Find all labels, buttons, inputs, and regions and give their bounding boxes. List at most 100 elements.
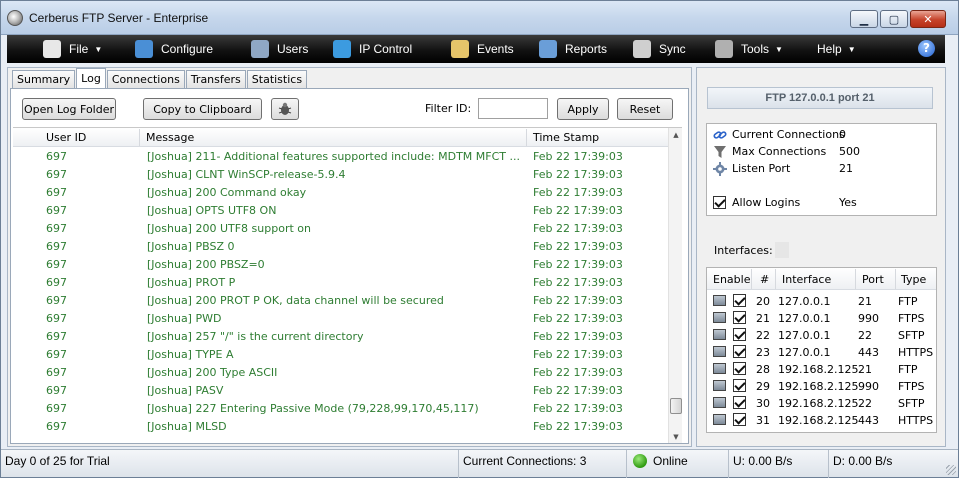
log-timestamp: Feb 22 17:39:03: [533, 150, 623, 163]
log-timestamp: Feb 22 17:39:03: [533, 366, 623, 379]
interface-row[interactable]: 22 127.0.0.1 22 SFTP: [707, 326, 936, 343]
menu-configure[interactable]: Configure: [127, 35, 221, 63]
log-row[interactable]: 697 [Joshua] PASV Feb 22 17:39:03: [13, 381, 668, 399]
interface-row[interactable]: 30 192.168.2.125 22 SFTP: [707, 394, 936, 411]
interface-address: 127.0.0.1: [778, 346, 831, 359]
column-header-time-stamp[interactable]: Time Stamp: [533, 131, 599, 144]
tab-connections[interactable]: Connections: [106, 70, 185, 88]
tab-transfers[interactable]: Transfers: [185, 70, 246, 88]
column-header-type[interactable]: Type: [901, 273, 926, 286]
menu-tools[interactable]: Tools ▼: [707, 35, 791, 63]
tab-log[interactable]: Log: [76, 68, 106, 89]
log-row[interactable]: 697 [Joshua] MLSD Feb 22 17:39:03: [13, 417, 668, 435]
log-row[interactable]: 697 [Joshua] 257 "/" is the current direc…: [13, 327, 668, 345]
column-header-port[interactable]: Port: [862, 273, 884, 286]
interface-number: 23: [756, 346, 770, 359]
interface-enable-checkbox[interactable]: [733, 362, 746, 375]
scroll-thumb[interactable]: [670, 398, 682, 414]
interface-row[interactable]: 20 127.0.0.1 21 FTP: [707, 292, 936, 309]
tab-statistics[interactable]: Statistics: [246, 70, 308, 88]
log-timestamp: Feb 22 17:39:03: [533, 240, 623, 253]
column-header-user-id[interactable]: User ID: [46, 131, 86, 144]
filter-id-label: Filter ID:: [425, 102, 472, 115]
close-button[interactable]: ✕: [910, 10, 946, 28]
menu-ip-control[interactable]: IP Control: [325, 35, 420, 63]
interface-enable-checkbox[interactable]: [733, 328, 746, 341]
interface-row[interactable]: 31 192.168.2.125 443 HTTPS: [707, 411, 936, 428]
column-header-message[interactable]: Message: [146, 131, 194, 144]
log-timestamp: Feb 22 17:39:03: [533, 222, 623, 235]
log-row[interactable]: 697 [Joshua] 200 PROT P OK, data channel …: [13, 291, 668, 309]
log-row[interactable]: 697 [Joshua] TYPE A Feb 22 17:39:03: [13, 345, 668, 363]
maximize-button[interactable]: ▢: [880, 10, 908, 28]
log-timestamp: Feb 22 17:39:03: [533, 402, 623, 415]
interface-type: HTTPS: [898, 414, 934, 427]
interface-row[interactable]: 29 192.168.2.125 990 FTPS: [707, 377, 936, 394]
log-rows: 697 [Joshua] 211- Additional features sup…: [13, 147, 668, 435]
right-panel: FTP 127.0.0.1 port 21 Current Connection…: [696, 67, 946, 447]
debug-bug-button[interactable]: [271, 98, 299, 120]
menu-events[interactable]: Events: [443, 35, 522, 63]
menu-file[interactable]: File ▼: [35, 35, 110, 63]
help-question-icon[interactable]: ?: [918, 40, 935, 57]
log-row[interactable]: 697 [Joshua] PBSZ 0 Feb 22 17:39:03: [13, 237, 668, 255]
menu-reports[interactable]: Reports: [531, 35, 615, 63]
tab-summary[interactable]: Summary: [12, 70, 76, 88]
scroll-up-arrow-icon[interactable]: ▲: [669, 128, 682, 142]
allow-logins-checkbox[interactable]: [713, 196, 726, 209]
log-message: [Joshua] TYPE A: [147, 348, 234, 361]
interface-enable-checkbox[interactable]: [733, 311, 746, 324]
resize-grip-icon[interactable]: [946, 465, 956, 475]
interface-row[interactable]: 21 127.0.0.1 990 FTPS: [707, 309, 936, 326]
stat-listen-port: Listen Port 21: [711, 161, 935, 177]
log-row[interactable]: 697 [Joshua] CLNT WinSCP-release-5.9.4 Feb…: [13, 165, 668, 183]
menu-help[interactable]: Help ▼: [809, 35, 864, 63]
menu-users[interactable]: Users: [243, 35, 316, 63]
log-row[interactable]: 697 [Joshua] 227 Entering Passive Mode (7…: [13, 399, 668, 417]
log-row[interactable]: 697 [Joshua] PROT P Feb 22 17:39:03: [13, 273, 668, 291]
network-adapter-icon: [713, 329, 726, 340]
log-row[interactable]: 697 [Joshua] OPTS UTF8 ON Feb 22 17:39:03: [13, 201, 668, 219]
interface-row[interactable]: 28 192.168.2.125 21 FTP: [707, 360, 936, 377]
interface-port: 21: [858, 363, 872, 376]
reset-button[interactable]: Reset: [617, 98, 673, 120]
interface-port: 22: [858, 329, 872, 342]
interface-enable-checkbox[interactable]: [733, 294, 746, 307]
interface-enable-checkbox[interactable]: [733, 413, 746, 426]
menu-sync[interactable]: Sync: [625, 35, 694, 63]
log-row[interactable]: 697 [Joshua] 200 Command okay Feb 22 17:39…: [13, 183, 668, 201]
log-timestamp: Feb 22 17:39:03: [533, 186, 623, 199]
log-vertical-scrollbar[interactable]: ▲ ▼: [668, 128, 682, 443]
interface-number: 29: [756, 380, 770, 393]
open-log-folder-button[interactable]: Open Log Folder: [22, 98, 116, 120]
apply-button[interactable]: Apply: [557, 98, 609, 120]
log-row[interactable]: 697 [Joshua] 200 Type ASCII Feb 22 17:39:0…: [13, 363, 668, 381]
interface-address: 192.168.2.125: [778, 380, 859, 393]
interface-port: 990: [858, 380, 879, 393]
chevron-down-icon: ▼: [775, 44, 783, 54]
filter-id-input[interactable]: [478, 98, 548, 119]
minimize-button[interactable]: ▁: [850, 10, 878, 28]
log-message: [Joshua] PBSZ 0: [147, 240, 235, 253]
log-row[interactable]: 697 [Joshua] 200 PBSZ=0 Feb 22 17:39:03: [13, 255, 668, 273]
interface-address: 192.168.2.125: [778, 397, 859, 410]
log-tab-panel: Open Log Folder Copy to Clipboard Filter…: [10, 88, 689, 444]
column-header-interface[interactable]: Interface: [782, 273, 831, 286]
column-header-enable[interactable]: Enable: [713, 273, 750, 286]
copy-to-clipboard-button[interactable]: Copy to Clipboard: [143, 98, 262, 120]
status-bar: Day 0 of 25 for Trial Current Connection…: [1, 449, 958, 478]
scroll-down-arrow-icon[interactable]: ▼: [669, 430, 682, 443]
interface-enable-checkbox[interactable]: [733, 396, 746, 409]
column-header-number[interactable]: #: [760, 273, 769, 286]
interface-number: 28: [756, 363, 770, 376]
log-row[interactable]: 697 [Joshua] 200 UTF8 support on Feb 22 17…: [13, 219, 668, 237]
log-timestamp: Feb 22 17:39:03: [533, 294, 623, 307]
log-message: [Joshua] 200 PROT P OK, data channel wil…: [147, 294, 444, 307]
log-row[interactable]: 697 [Joshua] 211- Additional features sup…: [13, 147, 668, 165]
interface-enable-checkbox[interactable]: [733, 345, 746, 358]
interface-row[interactable]: 23 127.0.0.1 443 HTTPS: [707, 343, 936, 360]
log-message: [Joshua] MLSD: [147, 420, 227, 433]
log-table-header: User ID Message Time Stamp: [13, 128, 668, 147]
log-row[interactable]: 697 [Joshua] PWD Feb 22 17:39:03: [13, 309, 668, 327]
interface-enable-checkbox[interactable]: [733, 379, 746, 392]
